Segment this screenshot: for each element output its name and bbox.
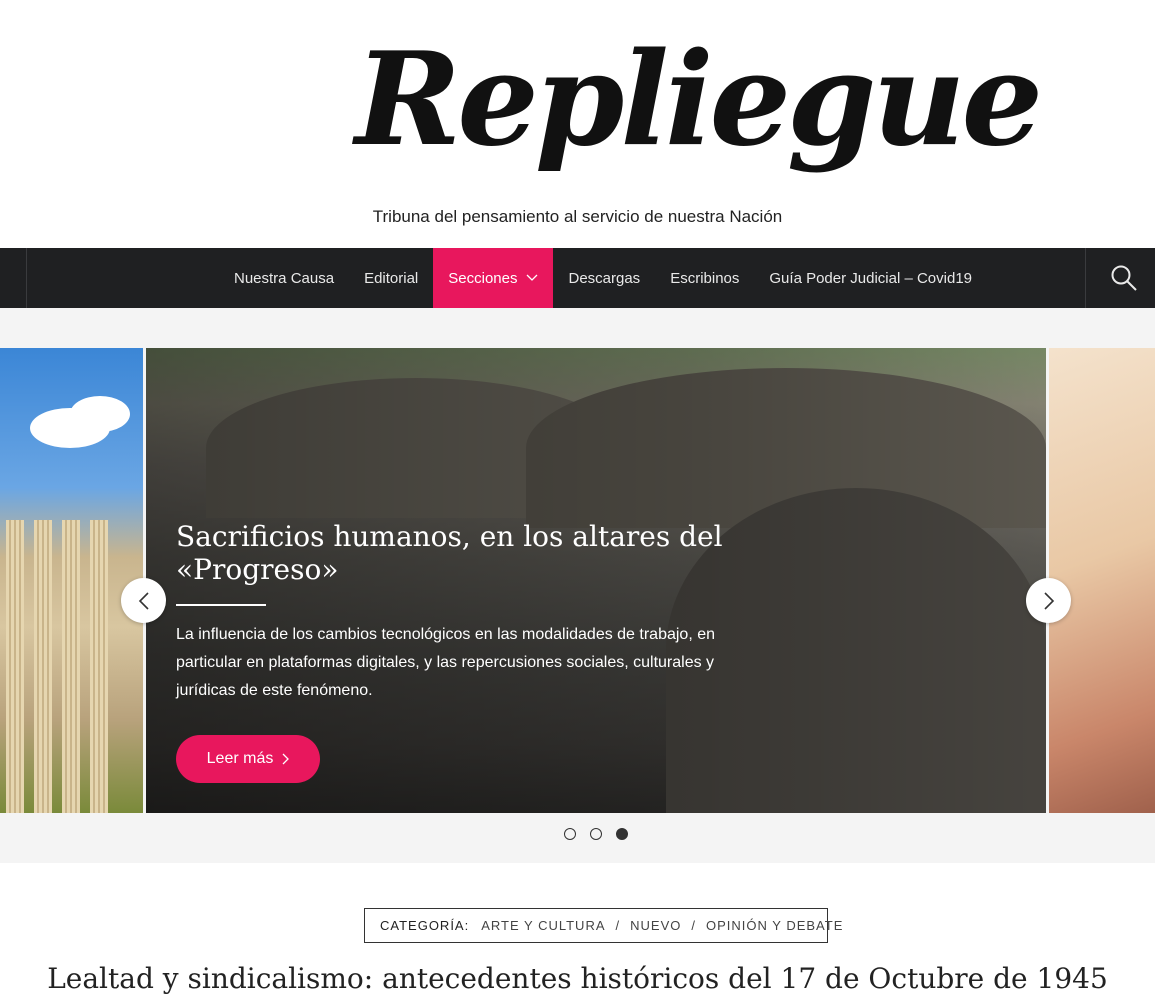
nav-item-editorial[interactable]: Editorial <box>349 248 433 308</box>
post-categories: CATEGORÍA: ARTE Y CULTURA / NUEVO / OPIN… <box>364 908 842 943</box>
nav-divider <box>1085 248 1086 308</box>
slider-prev-button[interactable] <box>121 578 166 623</box>
chevron-down-icon <box>527 274 538 281</box>
search-icon[interactable] <box>1110 264 1138 292</box>
nav-item-guia-poder-judicial[interactable]: Guía Poder Judicial – Covid19 <box>754 248 987 308</box>
site-logo[interactable]: Repliegue <box>355 25 1043 175</box>
slider-dot-1[interactable] <box>564 828 576 840</box>
temple-column <box>6 520 24 813</box>
read-more-label: Leer más <box>206 750 274 767</box>
category-link-nuevo[interactable]: NUEVO <box>630 918 681 933</box>
nav-divider <box>26 248 27 308</box>
slider-pagination <box>564 828 628 840</box>
chevron-right-icon <box>1043 591 1054 610</box>
slide-excerpt: La influencia de los cambios tecnológico… <box>176 626 716 699</box>
slide-title[interactable]: Sacrificios humanos, en los altares del … <box>176 520 816 586</box>
chevron-left-icon <box>138 591 149 610</box>
title-divider <box>176 604 266 606</box>
temple-column <box>90 520 108 813</box>
slide-image-current: Sacrificios humanos, en los altares del … <box>146 348 1046 813</box>
category-separator: / <box>691 918 696 933</box>
logo-text: Repliegue <box>355 25 1043 175</box>
site-header: Repliegue Tribuna del pensamiento al ser… <box>0 0 1155 248</box>
post-title[interactable]: Lealtad y sindicalismo: antecedentes his… <box>0 962 1155 995</box>
category-link-opinion-y-debate[interactable]: OPINIÓN Y DEBATE <box>706 918 843 933</box>
nav-item-escribinos[interactable]: Escribinos <box>655 248 754 308</box>
nav-item-label: Secciones <box>448 269 518 287</box>
chevron-right-icon <box>282 753 290 765</box>
cloud-shape <box>70 396 130 432</box>
slider-dot-3[interactable] <box>616 828 628 840</box>
slide-image-next[interactable] <box>1049 348 1155 813</box>
read-more-button[interactable]: Leer más <box>176 735 320 783</box>
main-nav: Nuestra Causa Editorial Secciones Descar… <box>0 248 1155 308</box>
nav-item-descargas[interactable]: Descargas <box>553 248 655 308</box>
category-separator: / <box>615 918 621 933</box>
slider-dot-2[interactable] <box>590 828 602 840</box>
nav-item-nuestra-causa[interactable]: Nuestra Causa <box>219 248 349 308</box>
nav-item-secciones[interactable]: Secciones <box>433 248 554 308</box>
site-tagline: Tribuna del pensamiento al servicio de n… <box>372 207 783 226</box>
temple-column <box>34 520 52 813</box>
category-label: CATEGORÍA: <box>380 918 470 933</box>
slider-next-button[interactable] <box>1026 578 1071 623</box>
category-link-arte-y-cultura[interactable]: ARTE Y CULTURA <box>481 918 605 933</box>
nav-menu: Nuestra Causa Editorial Secciones Descar… <box>219 248 987 308</box>
temple-column <box>62 520 80 813</box>
